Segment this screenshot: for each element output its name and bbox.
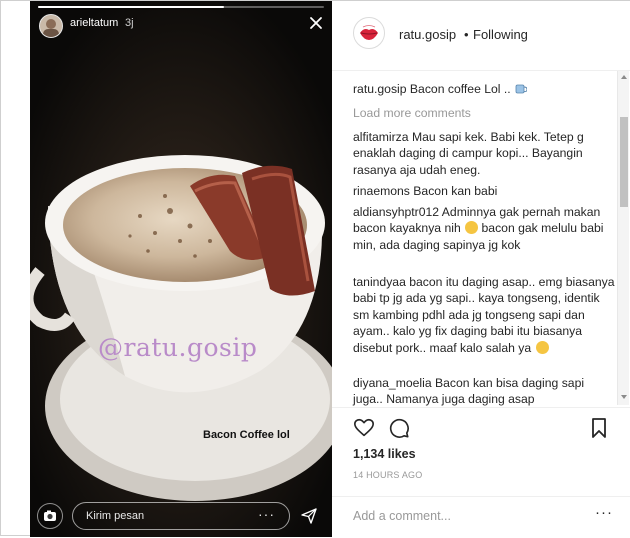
instagram-post-window: arieltatum 3j @ratu.gosip Bacon Coffee l… <box>0 0 630 537</box>
bookmark-icon[interactable] <box>589 417 609 439</box>
camera-icon <box>44 510 56 521</box>
comment-username[interactable]: rinaemons <box>353 184 410 198</box>
comment-icon[interactable] <box>388 417 410 439</box>
heart-icon[interactable] <box>353 417 375 439</box>
comment-username[interactable]: alfitamirza <box>353 130 409 144</box>
grinning-sweat-emoji-icon <box>465 221 479 235</box>
more-options-icon[interactable]: ··· <box>595 504 613 521</box>
post-panel: ratu.gosip • Following ratu.gosip Bacon … <box>332 1 630 537</box>
comment-item: diyana_moelia Bacon kan bisa daging sapi… <box>353 375 615 407</box>
comment-item: aldiansyhptr012 Adminnya gak pernah maka… <box>353 204 615 253</box>
comment-item: rinaemons Bacon kan babi <box>353 183 615 199</box>
header-separator: • <box>464 27 469 42</box>
story-caption: Bacon Coffee lol <box>203 429 290 441</box>
post-actions: 1,134 likes 14 HOURS AGO <box>332 407 630 498</box>
comment-text: Bacon coffee Lol .. <box>409 82 511 96</box>
story-reply-input[interactable]: Kirim pesan ··· <box>72 502 290 530</box>
coffee-mug-icon <box>515 84 528 94</box>
comment-username[interactable]: ratu.gosip <box>353 82 407 96</box>
story-progress-bar <box>38 6 324 8</box>
comment-item: tanindyaa bacon itu daging asap.. emg bi… <box>353 274 615 356</box>
comments-list: ratu.gosip Bacon coffee Lol .. Load more… <box>332 71 615 407</box>
account-name[interactable]: ratu.gosip <box>399 27 456 42</box>
account-avatar[interactable] <box>353 17 385 49</box>
follow-button[interactable]: Following <box>473 27 528 42</box>
lips-logo <box>360 25 378 40</box>
story-avatar[interactable] <box>39 14 63 38</box>
story-username[interactable]: arieltatum <box>70 17 118 29</box>
comment-item: alfitamirza Mau sapi kek. Babi kek. Tete… <box>353 129 615 178</box>
story-watermark: @ratu.gosip <box>98 333 258 362</box>
like-count[interactable]: 1,134 likes <box>353 447 416 461</box>
story-time: 3j <box>125 17 134 29</box>
post-caption: ratu.gosip Bacon coffee Lol .. <box>353 81 615 97</box>
story-more-options-icon[interactable]: ··· <box>258 506 275 522</box>
story-reply-placeholder: Kirim pesan <box>86 510 145 522</box>
add-comment-bar: ··· <box>332 496 630 538</box>
coffee-photo <box>30 1 332 537</box>
scroll-thumb[interactable] <box>620 117 628 207</box>
camera-button[interactable] <box>37 503 63 529</box>
comment-username[interactable]: tanindyaa <box>353 275 406 289</box>
comment-username[interactable]: diyana_moelia <box>353 376 432 390</box>
story-media[interactable]: arieltatum 3j @ratu.gosip Bacon Coffee l… <box>30 1 332 537</box>
post-timestamp: 14 HOURS AGO <box>353 470 423 480</box>
comment-username[interactable]: aldiansyhptr012 <box>353 205 439 219</box>
story-progress-fill <box>38 6 224 8</box>
smile-emoji-icon <box>535 340 549 354</box>
send-icon[interactable] <box>300 507 318 525</box>
scroll-down-arrow-icon[interactable] <box>621 395 627 399</box>
comments-scrollbar[interactable] <box>617 71 629 405</box>
post-header: ratu.gosip • Following <box>332 1 630 71</box>
comment-text: Bacon kan babi <box>413 184 498 198</box>
load-more-comments[interactable]: Load more comments <box>353 106 471 120</box>
close-icon[interactable] <box>308 15 324 31</box>
add-comment-input[interactable] <box>353 506 573 526</box>
scroll-up-arrow-icon[interactable] <box>621 75 627 79</box>
